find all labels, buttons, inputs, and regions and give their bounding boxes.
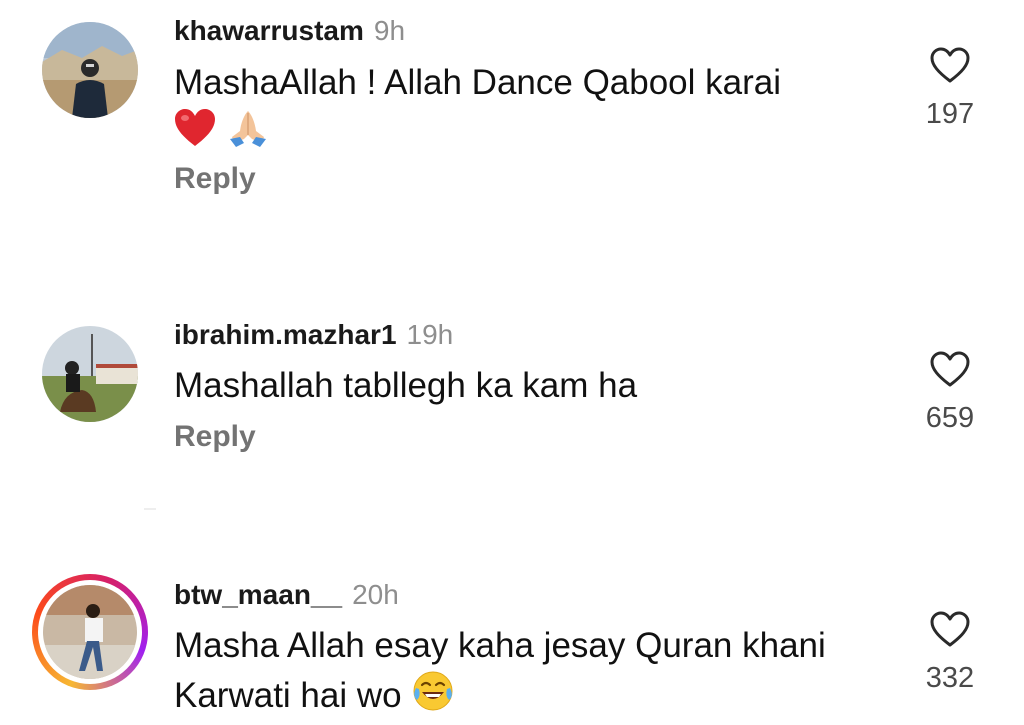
like-group: 197 [916,46,984,130]
like-group: 332 [916,610,984,694]
comment-header: btw_maan__ 20h [174,578,399,612]
avatar[interactable] [42,22,138,118]
like-count: 659 [925,402,975,434]
timestamp: 9h [373,15,406,46]
timestamp: 20h [352,579,399,610]
comment-text-line: Mashallah tabllegh ka kam ha [174,366,638,405]
heart-outline-icon[interactable] [916,610,984,648]
avatar-story-ring[interactable] [32,574,148,690]
username[interactable]: ibrahim.mazhar1 [174,319,397,350]
divider [144,508,156,510]
reply-button[interactable]: Reply [174,162,256,196]
face-with-tears-of-joy-icon [411,670,455,725]
comment-text-line: MashaAllah ! Allah Dance Qabool karai [174,63,782,102]
comment-text: Masha Allah esay kaha jesay Quran khani … [174,622,874,725]
red-heart-icon [174,108,216,161]
avatar[interactable] [42,326,138,422]
comment-text-line: Karwati hai wo [174,675,402,715]
reply-button[interactable]: Reply [174,420,256,454]
like-count: 197 [925,98,975,130]
heart-outline-icon[interactable] [916,46,984,84]
comment-text-line: Masha Allah esay kaha jesay Quran khani [174,626,826,665]
comment-text: MashaAllah ! Allah Dance Qabool karai [174,59,874,162]
comment-header: khawarrustam 9h [174,14,405,48]
like-count: 332 [925,662,975,694]
like-group: 659 [916,350,984,434]
username[interactable]: btw_maan__ [174,579,342,610]
heart-outline-icon[interactable] [916,350,984,388]
folded-hands-icon [226,107,270,162]
username[interactable]: khawarrustam [174,15,364,46]
comment-header: ibrahim.mazhar1 19h [174,318,453,352]
timestamp: 19h [406,319,454,350]
comment-text: Mashallah tabllegh ka kam ha [174,362,874,410]
